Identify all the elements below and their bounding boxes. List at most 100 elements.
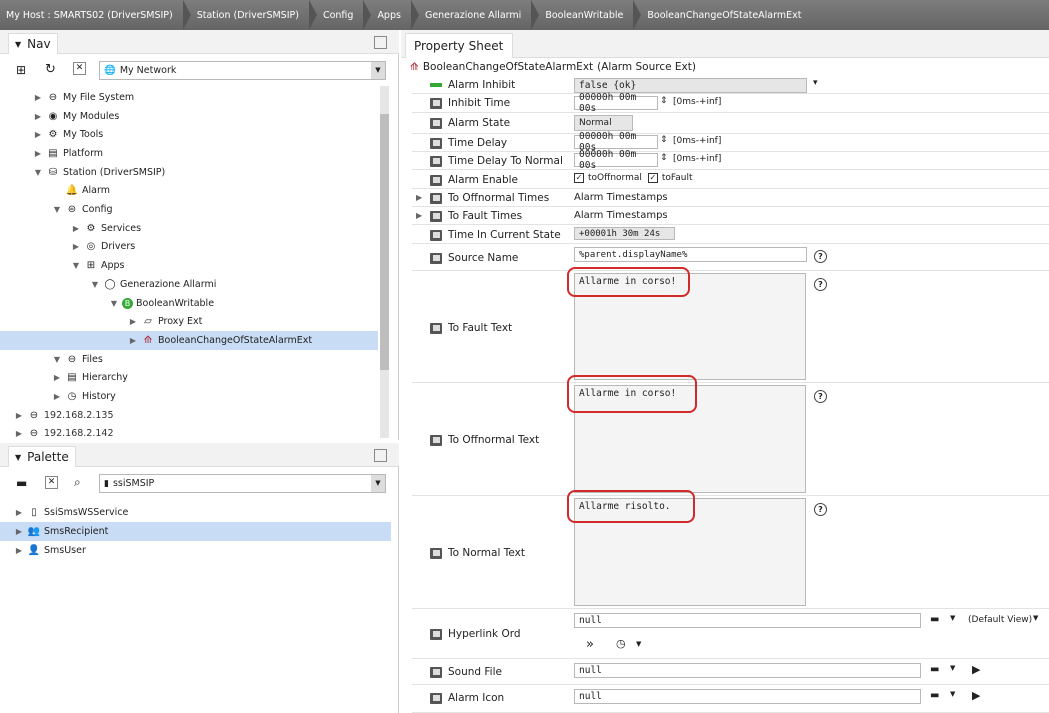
checkbox-to-offnormal[interactable]: ✓ [574, 173, 584, 183]
help-icon[interactable]: ? [814, 278, 827, 291]
tree-item[interactable]: ▼ ⊖ Files [0, 350, 378, 369]
nav-scrollbar[interactable] [380, 86, 389, 438]
breadcrumb-item[interactable]: BooleanWritable [539, 0, 642, 30]
network-select[interactable]: 🌐 My Network ▼ [99, 61, 386, 80]
chevron-down-icon[interactable]: ▼ [950, 664, 955, 672]
time-delay-normal-field[interactable]: 00000h 00m 00s [574, 149, 658, 171]
chevron-down-icon[interactable]: ▼ [371, 62, 385, 79]
collapsed-arrow-icon[interactable]: ▶ [14, 508, 24, 517]
double-chevron-icon[interactable]: » [586, 637, 594, 652]
tree-item[interactable]: ▼ ◯ Generazione Allarmi [0, 275, 378, 294]
close-icon[interactable]: ✕ [73, 62, 86, 75]
spinner-icon[interactable]: ⇕ [660, 135, 668, 145]
nav-scroll-thumb[interactable] [380, 114, 389, 370]
breadcrumb-item[interactable]: BooleanChangeOfStateAlarmExt [641, 0, 801, 30]
tree-item[interactable]: 🔔 Alarm [0, 182, 378, 201]
help-icon[interactable]: ? [814, 503, 827, 516]
time-delay-field[interactable]: 00000h 00m 00s [574, 131, 658, 153]
collapsed-arrow-icon[interactable]: ▶ [14, 546, 24, 555]
tree-item[interactable]: ▼ ⊜ Config [0, 200, 378, 219]
collapsed-arrow-icon[interactable]: ▶ [71, 242, 81, 251]
tree-item[interactable]: ▼ B BooleanWritable [0, 294, 378, 313]
tree-item[interactable]: ▶ ⊖ My File System [0, 88, 378, 107]
breadcrumb-item[interactable]: Station (DriverSMSIP) [191, 0, 317, 30]
collapsed-arrow-icon[interactable]: ▶ [33, 112, 43, 121]
breadcrumb-item[interactable]: Apps [371, 0, 419, 30]
tree-item[interactable]: ▶ ◉ My Modules [0, 107, 378, 126]
tree-item[interactable]: ▶ ▤ Hierarchy [0, 369, 378, 388]
hyperlink-view[interactable]: (Default View) [968, 615, 1032, 625]
folder-icon[interactable]: ▬ [930, 664, 939, 675]
collapsed-arrow-icon[interactable]: ▶ [14, 429, 24, 438]
spinner-icon[interactable]: ⇕ [660, 153, 668, 163]
maximize-icon[interactable] [374, 449, 387, 462]
expand-arrow-icon[interactable]: ▶ [416, 211, 422, 220]
palette-item[interactable]: ▶ 👥 SmsRecipient [0, 522, 391, 541]
expanded-arrow-icon[interactable]: ▼ [33, 168, 43, 177]
checkbox-to-fault[interactable]: ✓ [647, 173, 658, 183]
expanded-arrow-icon[interactable]: ▼ [52, 355, 62, 364]
palette-tab[interactable]: ▼ Palette [8, 446, 76, 467]
breadcrumb-item[interactable]: Generazione Allarmi [419, 0, 540, 30]
close-icon[interactable]: ✕ [45, 476, 58, 489]
expanded-arrow-icon[interactable]: ▼ [71, 261, 81, 270]
palette-item[interactable]: ▶ ▯ SsiSmsWSService [0, 503, 391, 522]
alarm-icon-field[interactable]: null [574, 689, 921, 704]
open-folder-icon[interactable]: ▬ [16, 476, 27, 490]
maximize-icon[interactable] [374, 36, 387, 49]
help-icon[interactable]: ? [814, 390, 827, 403]
tree-item[interactable]: ▶ ▱ Proxy Ext [0, 312, 378, 331]
tree-item[interactable]: ▶ ⟰ BooleanChangeOfStateAlarmExt [0, 331, 378, 350]
folder-icon[interactable]: ▬ [930, 690, 939, 701]
collapsed-arrow-icon[interactable]: ▶ [52, 392, 62, 401]
tree-item[interactable]: ▶ ⚙ Services [0, 219, 378, 238]
inhibit-time-field[interactable]: 00000h 00m 00s [574, 92, 658, 114]
tree-item[interactable]: ▶ ▤ Platform [0, 144, 378, 163]
chevron-down-icon[interactable]: ▼ [636, 640, 641, 648]
chevron-down-icon[interactable]: ▼ [950, 614, 955, 622]
expanded-arrow-icon[interactable]: ▼ [52, 205, 62, 214]
spinner-icon[interactable]: ⇕ [660, 96, 668, 106]
tree-item[interactable]: ▼ ⊞ Apps [0, 256, 378, 275]
play-icon[interactable]: ▶ [972, 689, 980, 702]
breadcrumb-item[interactable]: My Host : SMARTS02 (DriverSMSIP) [0, 0, 191, 30]
collapsed-arrow-icon[interactable]: ▶ [33, 93, 43, 102]
expanded-arrow-icon[interactable]: ▼ [90, 280, 100, 289]
play-icon[interactable]: ▶ [972, 663, 980, 676]
module-select[interactable]: ▮ ssiSMSIP ▼ [99, 474, 386, 493]
tree-item[interactable]: ▶ ⊖ 192.168.2.142 [0, 425, 378, 440]
sound-file-field[interactable]: null [574, 663, 921, 678]
breadcrumb-item[interactable]: Config [317, 0, 372, 30]
tree-item[interactable]: ▶ ◎ Drivers [0, 238, 378, 257]
clock-icon[interactable]: ◷ [616, 637, 626, 650]
chevron-down-icon[interactable]: ▼ [1033, 614, 1038, 622]
collapsed-arrow-icon[interactable]: ▶ [14, 527, 24, 536]
expand-arrow-icon[interactable]: ▶ [416, 193, 422, 202]
collapsed-arrow-icon[interactable]: ▶ [33, 130, 43, 139]
tree-icon[interactable]: ⊞ [16, 63, 26, 77]
tree-item[interactable]: ▼ ⛁ Station (DriverSMSIP) [0, 163, 378, 182]
expanded-arrow-icon[interactable]: ▼ [109, 299, 119, 308]
collapsed-arrow-icon[interactable]: ▶ [52, 373, 62, 382]
collapsed-arrow-icon[interactable]: ▶ [71, 224, 81, 233]
palette-item[interactable]: ▶ 👤 SmsUser [0, 541, 391, 560]
chevron-down-icon[interactable]: ▼ [950, 690, 955, 698]
nav-tab[interactable]: ▼ Nav [8, 33, 58, 54]
collapsed-arrow-icon[interactable]: ▶ [33, 149, 43, 158]
tree-item[interactable]: ▶ ⚙ My Tools [0, 125, 378, 144]
alarm-inhibit-field[interactable]: false {ok} [574, 78, 807, 93]
tree-item[interactable]: ▶ ⊖ 192.168.2.135 [0, 406, 378, 425]
collapsed-arrow-icon[interactable]: ▶ [128, 317, 138, 326]
action-dropdown-icon[interactable]: ▾ [813, 78, 818, 88]
chevron-down-icon[interactable]: ▼ [371, 475, 385, 492]
folder-icon[interactable]: ▬ [930, 614, 939, 625]
tab-property-sheet[interactable]: Property Sheet [405, 33, 513, 58]
refresh-icon[interactable]: ↻ [45, 62, 56, 77]
source-name-field[interactable]: %parent.displayName% [574, 247, 807, 262]
help-icon[interactable]: ? [814, 250, 827, 263]
collapsed-arrow-icon[interactable]: ▶ [128, 336, 138, 345]
tree-item[interactable]: ▶ ◷ History [0, 387, 378, 406]
hyperlink-ord-field[interactable]: null [574, 613, 921, 628]
collapsed-arrow-icon[interactable]: ▶ [14, 411, 24, 420]
find-icon[interactable]: ⌕ [74, 475, 81, 490]
